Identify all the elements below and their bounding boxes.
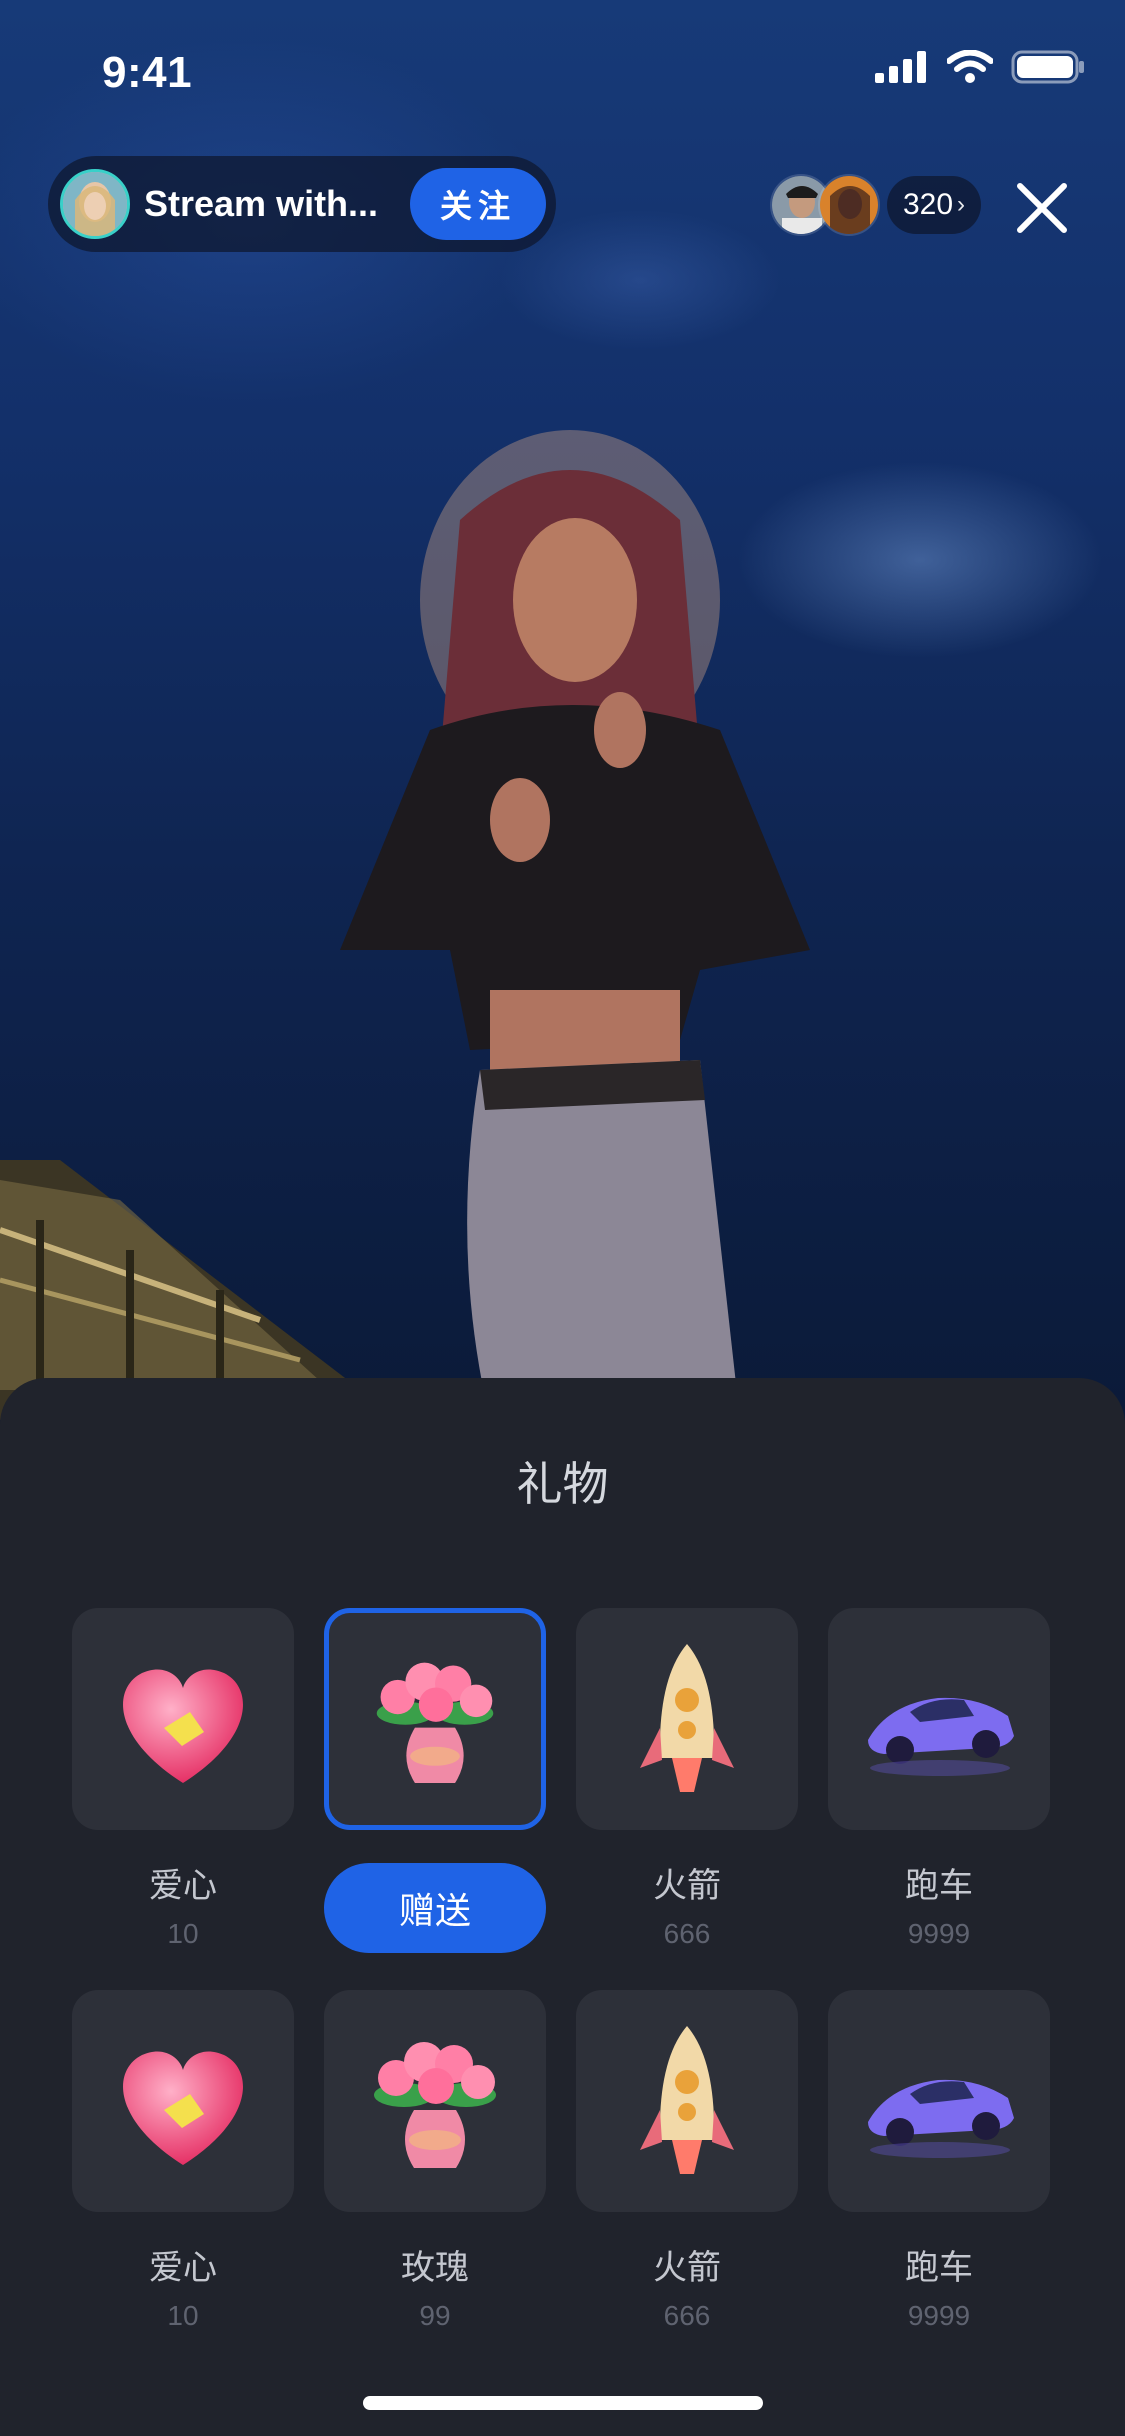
rocket-gift-icon [640, 2026, 734, 2174]
gift-card-rose[interactable] [324, 1608, 546, 1830]
viewer-count-button[interactable]: 320 › [887, 176, 981, 234]
gift-name: 火箭 [653, 1867, 721, 1905]
viewer-count: 320 [902, 188, 954, 221]
home-indicator[interactable] [363, 2396, 763, 2410]
rose-vase-gift-icon [376, 1662, 494, 1783]
gift-card-rocket[interactable] [576, 1608, 798, 1830]
sheet-title: 礼物 [516, 1458, 609, 1510]
send-gift-button[interactable]: 赠送 [324, 1863, 546, 1953]
follow-button[interactable]: 关注 [410, 168, 546, 240]
gift-card-heart[interactable] [72, 1990, 294, 2212]
gift-card-sports-car[interactable] [828, 1608, 1050, 1830]
gift-price: 99 [419, 2300, 451, 2331]
signal-icon [875, 51, 926, 83]
gift-card-sports-car[interactable] [828, 1990, 1050, 2212]
gift-name: 跑车 [905, 2249, 973, 2287]
rocket-gift-icon [640, 1644, 734, 1792]
battery-icon [1011, 50, 1084, 84]
rose-vase-gift-icon [374, 2042, 496, 2168]
host-avatar[interactable] [60, 169, 130, 239]
gift-name: 爱心 [149, 2249, 217, 2287]
viewer-avatars[interactable] [770, 174, 880, 236]
sports-car-gift-icon [868, 1697, 1014, 1776]
host-info-pill[interactable]: Stream with... 关注 [48, 156, 556, 252]
gift-price: 10 [167, 2300, 199, 2331]
gift-price: 666 [663, 2300, 711, 2331]
chevron-right-icon: › [957, 191, 966, 218]
streamer-figure [340, 430, 810, 1420]
gift-card-heart[interactable] [72, 1608, 294, 1830]
gift-price: 10 [167, 1918, 199, 1949]
gift-name: 爱心 [149, 1867, 217, 1905]
host-name: Stream with... [144, 183, 379, 224]
gift-name: 跑车 [905, 1867, 973, 1905]
gift-name: 火箭 [653, 2249, 721, 2287]
status-time: 9:41 [102, 48, 193, 97]
gift-price: 666 [663, 1918, 711, 1949]
gift-card-rose[interactable] [324, 1990, 546, 2212]
wifi-icon [947, 50, 993, 83]
heart-gift-icon [123, 1669, 243, 1783]
sports-car-gift-icon [868, 2079, 1014, 2158]
close-icon[interactable] [1012, 178, 1072, 238]
gift-card-rocket[interactable] [576, 1990, 798, 2212]
heart-gift-icon [123, 2051, 243, 2165]
gift-name: 玫瑰 [401, 2249, 469, 2287]
gift-price: 9999 [907, 2300, 971, 2331]
status-icons [875, 50, 1085, 84]
gift-price: 9999 [907, 1918, 971, 1949]
viewer-avatar[interactable] [818, 174, 880, 236]
